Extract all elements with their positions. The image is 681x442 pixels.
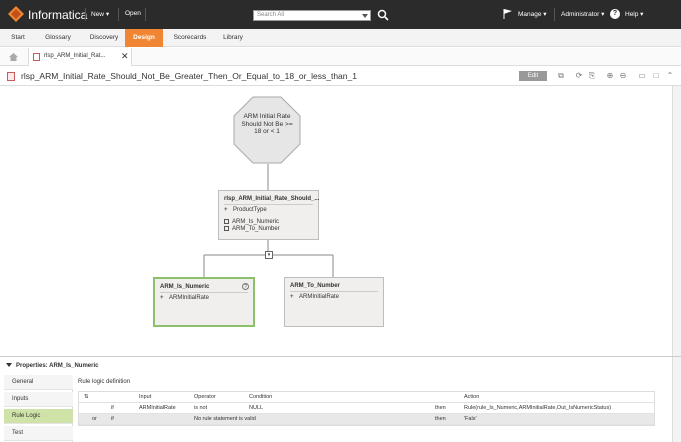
row-condition[interactable]: NULL <box>249 405 263 411</box>
help-icon[interactable]: ? <box>610 9 620 19</box>
child-rule-node-arm-is-numeric[interactable]: ARM_Is_Numeric ? + ARMInitialRate <box>153 277 255 327</box>
manage-menu-button[interactable]: Manage ▾ <box>518 10 547 18</box>
info-icon[interactable]: ? <box>242 283 249 290</box>
rule-icon <box>33 53 40 61</box>
rule-link-icon <box>224 219 229 224</box>
properties-header[interactable]: Properties: ARM_Is_Numeric <box>6 363 98 369</box>
tab-start[interactable]: Start <box>4 29 32 47</box>
properties-panel: Properties: ARM_Is_Numeric General Input… <box>0 356 681 442</box>
zoom-in-icon[interactable]: ⊕ <box>605 71 615 81</box>
main-rule-input: + ProductType <box>224 207 267 213</box>
copy-icon[interactable]: ⧉ <box>556 71 566 81</box>
new-menu-button[interactable]: New ▾ <box>91 10 109 18</box>
column-header-condition: Condition <box>249 394 273 400</box>
rule-canvas[interactable]: ARM Initial Rate Should Not Be >= 18 or … <box>0 86 681 356</box>
row-then: then <box>435 405 446 411</box>
main-rule-child-1: ARM_Is_Numeric <box>224 219 279 225</box>
table-row[interactable]: or if No rule statement is valid then 'F… <box>79 414 654 425</box>
app-brand: Informatica <box>28 8 88 22</box>
table-row[interactable]: if ARMInitialRate is not NULL then Rule(… <box>79 403 654 414</box>
divider <box>290 291 378 292</box>
main-nav-tabs: Start Glossary Discovery Design Scorecar… <box>0 29 681 47</box>
rule-link-icon <box>224 226 229 231</box>
divider <box>160 292 248 293</box>
zoom-out-icon[interactable]: ⊖ <box>618 71 628 81</box>
rule-output-text: ARM Initial Rate Should Not Be >= 18 or … <box>241 113 293 135</box>
row-action[interactable]: Rule(rule_Is_Numeric,ARMInitialRate,Out_… <box>464 405 611 411</box>
row-operator[interactable]: No rule statement is valid <box>194 416 256 422</box>
rule-icon <box>7 72 15 81</box>
canvas-scrollbar[interactable] <box>672 86 681 356</box>
child-rule-node-arm-to-number[interactable]: ARM_To_Number + ARMInitialRate <box>284 277 384 327</box>
child-rule-node-title: ARM_Is_Numeric <box>160 284 210 290</box>
help-menu-button[interactable]: Help ▾ <box>625 10 643 18</box>
sidenav-item-inputs[interactable]: Inputs <box>4 392 73 407</box>
tab-discovery[interactable]: Discovery <box>84 29 124 47</box>
rule-logic-label: Rule logic definition <box>78 379 131 385</box>
main-rule-node-title: rlsp_ARM_Initial_Rate_Should_... <box>224 196 320 202</box>
row-prefix: or <box>92 416 97 422</box>
top-bar: Informatica New ▾ Open Search All Manage… <box>0 0 681 29</box>
minimize-icon[interactable]: ▭ <box>637 71 647 81</box>
object-title-bar: rlsp_ARM_Initial_Rate_Should_Not_Be_Grea… <box>0 67 681 86</box>
expand-collapse-icon[interactable]: ▾ <box>265 251 273 259</box>
page-title: rlsp_ARM_Initial_Rate_Should_Not_Be_Grea… <box>21 71 357 81</box>
tab-glossary[interactable]: Glossary <box>38 29 78 47</box>
row-operator[interactable]: is not <box>194 405 207 411</box>
child-rule-input: + ARMInitialRate <box>160 295 210 301</box>
table-header-row: ⇅ Input Operator Condition Action <box>79 392 654 403</box>
search-input[interactable]: Search All <box>253 10 371 21</box>
row-if: if <box>111 405 114 411</box>
search-placeholder: Search All <box>257 12 285 18</box>
open-object-tab[interactable]: rlsp_ARM_Initial_Rat... ✕ <box>28 48 132 66</box>
refresh-icon[interactable]: ⟳ <box>574 71 584 81</box>
flag-icon <box>503 9 512 19</box>
tab-design[interactable]: Design <box>125 29 163 47</box>
row-if: if <box>111 416 114 422</box>
rule-logic-table: ⇅ Input Operator Condition Action if ARM… <box>78 391 655 426</box>
edit-button[interactable]: Edit <box>519 71 547 81</box>
column-header-action: Action <box>464 394 480 400</box>
column-header-input: Input <box>139 394 152 400</box>
sort-icon[interactable]: ⇅ <box>84 394 89 400</box>
divider <box>224 204 313 205</box>
sidenav-item-general[interactable]: General <box>4 375 73 390</box>
properties-scrollbar[interactable] <box>672 357 681 442</box>
export-icon[interactable]: ⎘ <box>587 71 597 81</box>
maximize-icon[interactable]: □ <box>651 71 661 81</box>
main-rule-node[interactable]: rlsp_ARM_Initial_Rate_Should_... + Produc… <box>218 190 319 240</box>
divider <box>85 8 86 21</box>
tab-scorecards[interactable]: Scorecards <box>169 29 211 47</box>
properties-side-nav: General Inputs Rule Logic Test <box>4 375 73 442</box>
child-rule-input: + ARMInitialRate <box>290 294 340 300</box>
close-icon[interactable]: ✕ <box>121 51 129 62</box>
child-rule-node-title: ARM_To_Number <box>290 283 340 289</box>
column-header-operator: Operator <box>194 394 216 400</box>
row-action[interactable]: 'Fals' <box>464 416 477 422</box>
object-tabs: rlsp_ARM_Initial_Rat... ✕ <box>0 48 681 66</box>
informatica-logo-icon <box>8 6 24 22</box>
divider <box>554 8 555 21</box>
divider <box>118 8 119 21</box>
search-scope-dropdown-icon[interactable] <box>362 14 368 18</box>
rule-output-node[interactable]: ARM Initial Rate Should Not Be >= 18 or … <box>233 96 301 164</box>
divider <box>145 8 146 21</box>
home-icon[interactable] <box>9 53 18 61</box>
sidenav-item-rule-logic[interactable]: Rule Logic <box>4 409 73 424</box>
row-input[interactable]: ARMInitialRate <box>139 405 176 411</box>
search-icon[interactable] <box>377 9 389 21</box>
sidenav-item-test[interactable]: Test <box>4 426 73 441</box>
administrator-menu-button[interactable]: Administrator ▾ <box>561 10 604 18</box>
collapse-triangle-icon <box>6 363 12 367</box>
tab-library[interactable]: Library <box>218 29 248 47</box>
main-rule-child-2: ARM_To_Number <box>224 226 280 232</box>
open-object-tab-label: rlsp_ARM_Initial_Rat... <box>44 53 106 59</box>
collapse-icon[interactable]: ⌃ <box>665 71 675 81</box>
open-button[interactable]: Open <box>125 10 141 17</box>
row-then: then <box>435 416 446 422</box>
